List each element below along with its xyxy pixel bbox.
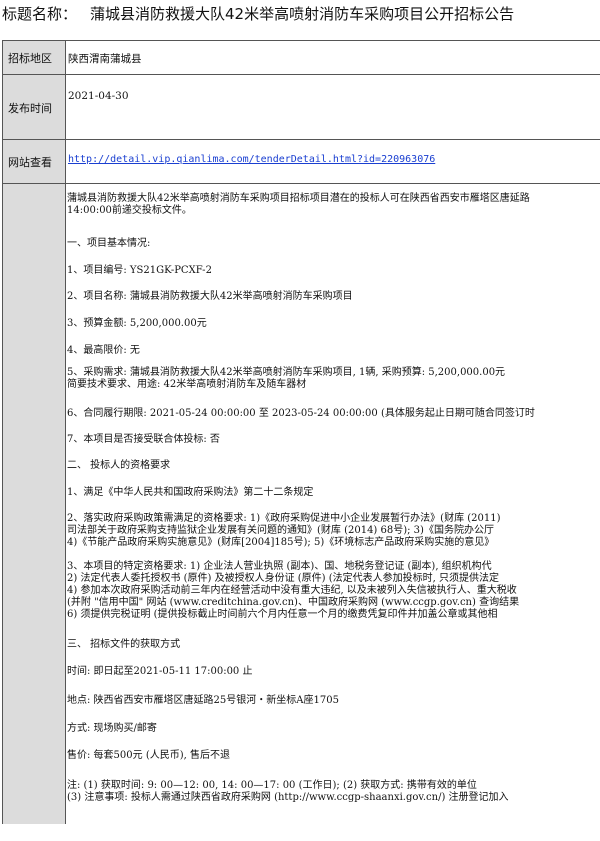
qualification-3-line-4: (并附 "信用中国" 网站 (www.creditchina.gov.cn)、中… [67,597,520,608]
content-key-cell [3,184,66,824]
qualification-1: 1、满足《中华人民共和国政府采购法》第二十二条规定 [67,487,314,498]
note-line-1: 注: (1) 获取时间: 9: 00—12: 00, 14: 00—17: 00… [67,780,477,791]
url-label: 网站查看 [8,156,52,169]
item-5-line-2: 简要技术要求、用途: 42米举高喷射消防车及随车器材 [67,379,307,390]
region-key-cell: 招标地区 [3,41,66,74]
item-2: 2、项目名称: 蒲城县消防救援大队42米举高喷射消防车采购项目 [67,291,353,302]
acquire-time: 时间: 即日起至2021-05-11 17:00:00 止 [67,666,253,677]
qualification-3-line-2: 2) 法定代表人委托授权书 (原件) 及被授权人身份证 (原件) (法定代表人参… [67,573,500,584]
item-5-line-1: 5、采购需求: 蒲城县消防救援大队42米举高喷射消防车采购项目, 1辆, 采购预… [67,367,506,378]
acquire-place: 地点: 陕西省西安市雁塔区唐延路25号银河・新坐标A座1705 [67,695,339,706]
detail-link[interactable]: http://detail.vip.qianlima.com/tenderDet… [68,154,435,165]
intro-line-2: 14:00:00前递交投标文件。 [67,205,192,216]
title-bar: 标题名称： 蒲城县消防救援大队42米举高喷射消防车采购项目公开招标公告 [0,0,600,28]
table-row-url: 网站查看 http://detail.vip.qianlima.com/tend… [3,140,600,184]
qualification-2-line-2: 司法部关于政府采购支持监狱企业发展有关问题的通知》(财库 (2014) 68号)… [67,525,494,536]
region-value: 陕西渭南蒲城县 [68,53,142,65]
region-value-cell: 陕西渭南蒲城县 [66,41,600,74]
date-value-cell: 2021-04-30 [66,75,600,139]
url-key-cell: 网站查看 [3,140,66,183]
item-7: 7、本项目是否接受联合体投标: 否 [67,434,220,445]
date-key-cell: 发布时间 [3,75,66,139]
title-label: 标题名称： [2,5,78,23]
item-4: 4、最高限价: 无 [67,345,140,356]
qualification-3-line-1: 3、本项目的特定资格要求: 1) 企业法人营业执照 (副本)、国、地税务登记证 … [67,561,492,572]
table-row-date: 发布时间 2021-04-30 [3,75,600,140]
qualification-3-line-5: 6) 须提供完税证明 (提供投标截止时间前六个月内任意一个月的缴费凭复印件并加盖… [67,609,498,620]
page-title: 蒲城县消防救援大队42米举高喷射消防车采购项目公开招标公告 [90,5,515,23]
qualification-2-line-3: 4)《节能产品政府采购实施意见》(财库[2004]185号); 5)《环境标志产… [67,537,495,548]
note-line-2: (3) 注意事项: 投标人需通过陕西省政府采购网 (http://www.ccg… [67,792,509,803]
intro-line-1: 蒲城县消防救援大队42米举高喷射消防车采购项目招标项目潜在的投标人可在陕西省西安… [67,193,530,204]
item-6: 6、合同履行期限: 2021-05-24 00:00:00 至 2023-05-… [67,408,535,419]
date-value: 2021-04-30 [68,90,129,102]
table-row-region: 招标地区 陕西渭南蒲城县 [3,41,600,75]
acquire-method: 方式: 现场购买/邮寄 [67,723,157,734]
region-label: 招标地区 [8,52,52,65]
item-3: 3、预算金额: 5,200,000.00元 [67,318,207,329]
section-2-title: 二、 投标人的资格要求 [67,460,171,471]
section-1-title: 一、项目基本情况: [67,238,151,249]
qualification-3-line-3: 4) 参加本次政府采购活动前三年内在经营活动中没有重大违纪, 以及未被列入失信被… [67,585,517,596]
date-label: 发布时间 [8,102,52,115]
section-3-title: 三、 招标文件的获取方式 [67,639,181,650]
url-value-cell: http://detail.vip.qianlima.com/tenderDet… [66,140,600,183]
item-1: 1、项目编号: YS21GK-PCXF-2 [67,265,212,276]
acquire-price: 售价: 每套500元 (人民币), 售后不退 [67,750,230,761]
qualification-2-line-1: 2、落实政府采购政策需满足的资格要求: 1)《政府采购促进中小企业发展暂行办法》… [67,513,501,524]
